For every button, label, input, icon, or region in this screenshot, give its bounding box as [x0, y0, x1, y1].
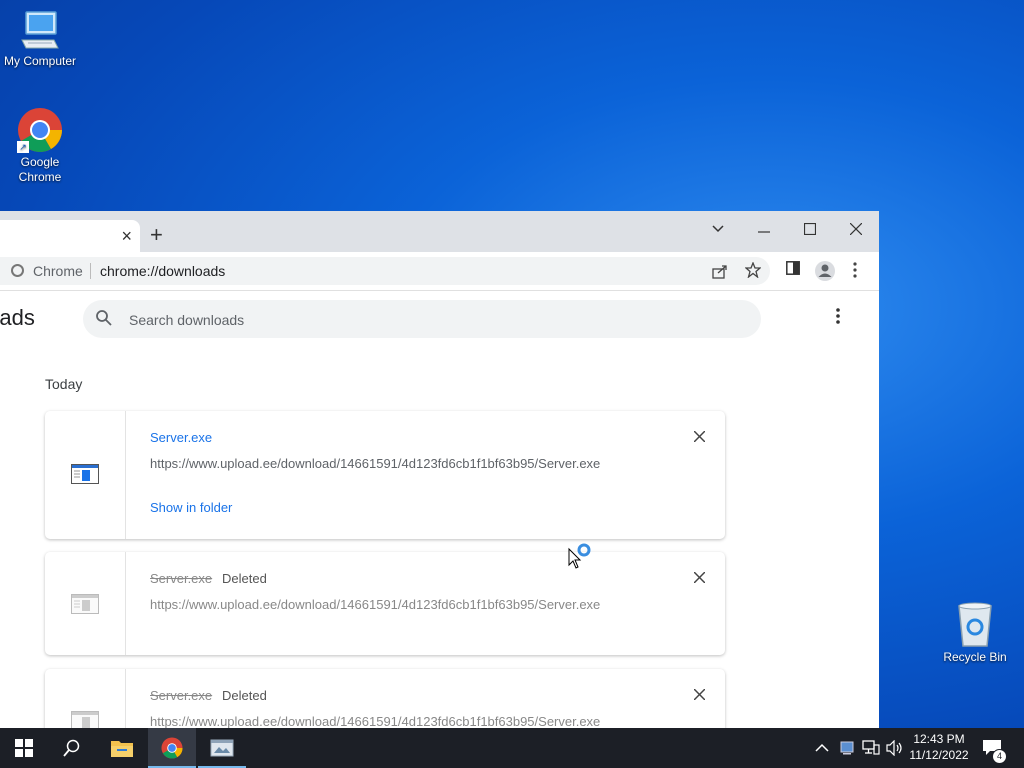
- minimize-button[interactable]: [744, 215, 784, 243]
- maximize-button[interactable]: [790, 215, 830, 243]
- clock-time: 12:43 PM: [913, 732, 965, 746]
- downloads-page: nloads Today Server.exe https://www.uplo…: [0, 291, 879, 728]
- desktop-icon-my-computer[interactable]: My Computer: [0, 10, 80, 69]
- file-icon: [71, 711, 99, 728]
- taskbar-file-explorer[interactable]: [98, 728, 146, 768]
- mouse-cursor-busy-icon: [568, 543, 594, 576]
- download-url[interactable]: https://www.upload.ee/download/14661591/…: [150, 597, 600, 612]
- search-icon: [95, 309, 113, 332]
- show-in-folder-link[interactable]: Show in folder: [150, 500, 232, 515]
- file-icon: [71, 464, 99, 489]
- desktop-icon-label: Recycle Bin: [943, 650, 1007, 664]
- browser-toolbar: Chrome chrome://downloads: [0, 252, 879, 291]
- network-icon[interactable]: [862, 728, 880, 768]
- chrome-window: × + Chrome chrome://downloads ads Search…: [0, 211, 879, 728]
- file-icon-column: [45, 669, 126, 728]
- download-filename: Server.exe: [150, 688, 213, 703]
- download-url[interactable]: https://www.upload.ee/download/14661591/…: [150, 456, 600, 471]
- site-name: Chrome: [33, 263, 83, 279]
- file-icon-column: [45, 552, 126, 655]
- clock-date: 11/12/2022: [909, 748, 969, 762]
- taskbar: 12:43 PM 11/12/2022 4: [0, 728, 1024, 768]
- clock[interactable]: 12:43 PM 11/12/2022: [908, 728, 970, 768]
- side-panel-icon[interactable]: [786, 261, 800, 280]
- volume-icon[interactable]: [886, 728, 904, 768]
- download-item: Server.exe https://www.upload.ee/downloa…: [45, 411, 725, 539]
- chrome-menu-icon[interactable]: [853, 262, 857, 283]
- taskbar-search-button[interactable]: [48, 728, 96, 768]
- start-button[interactable]: [0, 728, 48, 768]
- file-icon: [71, 594, 99, 619]
- taskbar-chrome[interactable]: [148, 728, 196, 768]
- chrome-logo-icon: ↗: [17, 107, 63, 153]
- desktop-icon-recycle-bin[interactable]: Recycle Bin: [935, 602, 1015, 665]
- remove-item-close-icon[interactable]: [693, 687, 706, 705]
- app-window-icon: [210, 739, 234, 757]
- more-actions-icon[interactable]: [836, 308, 840, 327]
- show-hidden-icons-chevron-icon[interactable]: [815, 728, 829, 768]
- computer-icon: [18, 10, 62, 52]
- download-item: Server.exe Deleted https://www.upload.ee…: [45, 552, 725, 655]
- page-title: nloads: [0, 305, 35, 330]
- taskbar-app-window[interactable]: [198, 728, 246, 768]
- notification-count-badge: 4: [992, 749, 1007, 764]
- download-item: Server.exe Deleted https://www.upload.ee…: [45, 669, 725, 728]
- chrome-site-icon: [11, 264, 24, 277]
- profile-icon[interactable]: [814, 260, 836, 287]
- desktop-icon-google-chrome[interactable]: ↗ Google Chrome: [0, 107, 80, 185]
- new-tab-button[interactable]: +: [150, 224, 163, 246]
- url-text[interactable]: chrome://downloads: [100, 263, 225, 279]
- download-status: Deleted: [222, 688, 267, 703]
- recycle-bin-icon: [955, 602, 995, 648]
- close-window-button[interactable]: [836, 215, 876, 243]
- download-status: Deleted: [222, 571, 267, 586]
- remove-item-close-icon[interactable]: [693, 570, 706, 588]
- download-url[interactable]: https://www.upload.ee/download/14661591/…: [150, 714, 600, 728]
- chrome-logo-icon: [161, 737, 183, 759]
- folder-icon: [111, 741, 133, 757]
- search-bar[interactable]: [83, 300, 761, 338]
- search-icon: [63, 739, 80, 757]
- omnibox-separator: [90, 263, 91, 279]
- share-icon[interactable]: [712, 263, 728, 284]
- tab-close-icon[interactable]: ×: [121, 226, 132, 247]
- shortcut-arrow-icon: ↗: [17, 141, 29, 153]
- desktop-icon-label: My Computer: [3, 54, 77, 68]
- tab-strip: × +: [0, 211, 879, 252]
- tray-app-icon[interactable]: [840, 728, 854, 768]
- tab-downloads[interactable]: ×: [0, 220, 140, 252]
- search-input[interactable]: [127, 309, 731, 331]
- download-filename-link[interactable]: Server.exe: [150, 430, 212, 445]
- download-filename: Server.exe: [150, 571, 213, 586]
- action-center-button[interactable]: 4: [982, 728, 1012, 768]
- date-section-label: Today: [45, 376, 83, 392]
- tab-search-dropdown-icon[interactable]: [698, 215, 738, 243]
- bookmark-star-icon[interactable]: [744, 261, 762, 283]
- remove-item-close-icon[interactable]: [693, 429, 706, 447]
- file-icon-column: [45, 411, 126, 539]
- desktop-icon-label: Google Chrome: [18, 155, 62, 184]
- address-bar[interactable]: Chrome chrome://downloads: [0, 257, 770, 285]
